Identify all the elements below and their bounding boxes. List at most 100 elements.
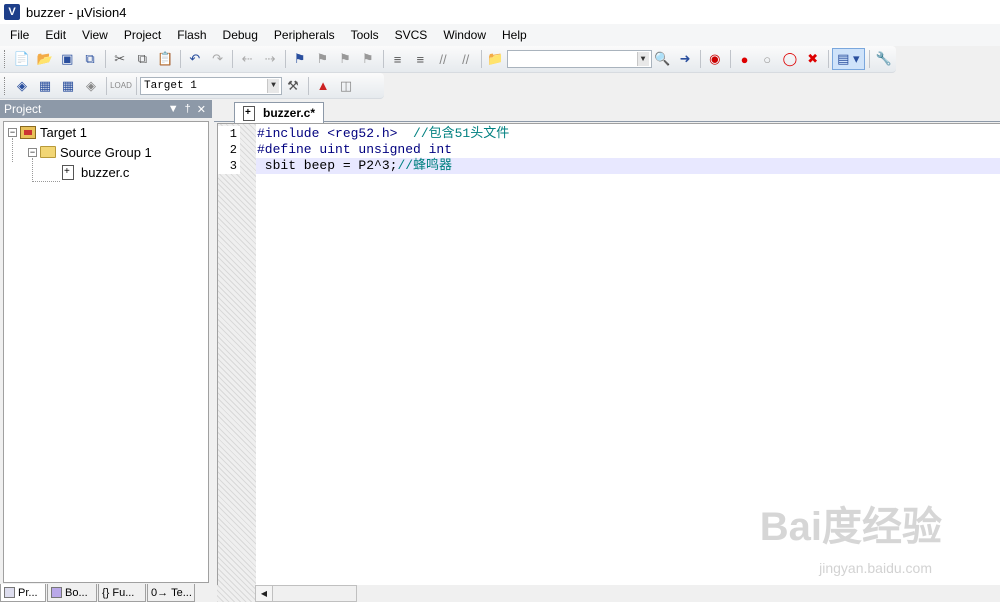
select-packs-icon[interactable]: ◫ xyxy=(335,75,357,97)
menu-edit[interactable]: Edit xyxy=(37,26,74,44)
toolbar-grip[interactable] xyxy=(4,76,7,95)
code-line[interactable]: #include <reg52.h> //包含51头文件 xyxy=(256,126,1000,142)
find-combo[interactable]: ▼ xyxy=(507,50,652,68)
new-file-icon[interactable]: 📄 xyxy=(11,48,33,70)
save-icon[interactable]: ▣ xyxy=(56,48,78,70)
configure-icon[interactable]: 🔧 xyxy=(873,48,895,70)
back-icon[interactable]: ⇠ xyxy=(236,48,258,70)
paste-icon[interactable]: 📋 xyxy=(154,48,176,70)
tab-books[interactable]: Bo... xyxy=(47,584,97,602)
line-numbers: 1 2 3 xyxy=(218,126,240,174)
pin-icon[interactable]: † xyxy=(185,103,191,116)
toolbar-separator xyxy=(480,50,482,68)
menu-tools[interactable]: Tools xyxy=(343,26,387,44)
clear-bookmarks-icon[interactable]: ⚑ xyxy=(357,48,379,70)
baidu-watermark-url: jingyan.baidu.com xyxy=(819,560,932,576)
source-group-label: Source Group 1 xyxy=(60,144,152,160)
window-layout-icon[interactable]: ▤ ▾ xyxy=(831,48,866,70)
batch-build-icon[interactable]: ◈ xyxy=(80,75,102,97)
tree-item-target[interactable]: − Target 1 xyxy=(8,122,87,142)
code-line-current[interactable]: sbit beep = P2^3;//蜂鸣器 xyxy=(256,158,1000,174)
code-lines[interactable]: #include <reg52.h> //包含51头文件 #define uin… xyxy=(256,126,1000,174)
menu-bar: File Edit View Project Flash Debug Perip… xyxy=(0,24,1000,46)
download-icon[interactable]: LOAD xyxy=(110,75,132,97)
tree-item-source-group[interactable]: − Source Group 1 xyxy=(28,142,152,162)
horizontal-scrollbar[interactable]: ◀ xyxy=(217,585,1000,602)
collapse-icon[interactable]: − xyxy=(28,147,37,157)
c-file-icon xyxy=(62,164,74,180)
uncomment-icon[interactable]: // xyxy=(455,48,477,70)
prev-bookmark-icon[interactable]: ⚑ xyxy=(312,48,334,70)
target-options-icon[interactable]: ⚒ xyxy=(282,75,304,97)
menu-debug[interactable]: Debug xyxy=(215,26,266,44)
project-tree: − Target 1 − Source Group 1 buzzer.c xyxy=(3,121,209,583)
target-label: Target 1 xyxy=(40,124,87,140)
code-line[interactable]: #define uint unsigned int xyxy=(256,142,1000,158)
debug-icon[interactable]: ◉ xyxy=(704,48,726,70)
menu-file[interactable]: File xyxy=(2,26,37,44)
comment-icon[interactable]: // xyxy=(432,48,454,70)
line-number: 2 xyxy=(229,143,237,157)
menu-window[interactable]: Window xyxy=(435,26,494,44)
folder-icon xyxy=(40,146,56,158)
project-panel-title: Project xyxy=(4,102,42,116)
tab-functions[interactable]: {} Fu... xyxy=(98,584,146,602)
toolbar-separator xyxy=(104,50,106,68)
toolbar-separator xyxy=(308,76,309,95)
toolbar-separator xyxy=(106,76,107,95)
indent-icon[interactable]: ≡ xyxy=(387,48,409,70)
project-bottom-tabs: Pr... Bo... {} Fu... 0→ Te... xyxy=(0,584,212,602)
line-number: 1 xyxy=(229,127,237,141)
chevron-down-icon[interactable]: ▼ xyxy=(636,52,649,66)
toolbar-separator xyxy=(179,50,181,68)
redo-icon[interactable]: ↷ xyxy=(207,48,229,70)
build-toolbar: ◈ ▦ ▦ ◈ LOAD Target 1 ▼ ⚒ ▲ ◫ xyxy=(0,73,384,99)
disable-breakpoint-icon[interactable]: ○ xyxy=(756,48,778,70)
target-icon xyxy=(20,125,36,139)
build-icon[interactable]: ▦ xyxy=(34,75,56,97)
toolbar-separator xyxy=(284,50,286,68)
toolbar-grip[interactable] xyxy=(4,50,7,68)
forward-icon[interactable]: ⇢ xyxy=(259,48,281,70)
scroll-track[interactable] xyxy=(273,585,357,602)
cut-icon[interactable]: ✂ xyxy=(109,48,131,70)
menu-peripherals[interactable]: Peripherals xyxy=(266,26,343,44)
incremental-find-icon[interactable]: ➜ xyxy=(674,48,696,70)
find-icon[interactable]: 🔍 xyxy=(652,48,674,70)
breakpoint-icon[interactable]: ● xyxy=(734,48,756,70)
collapse-icon[interactable]: − xyxy=(8,127,17,137)
tab-templates[interactable]: 0→ Te... xyxy=(147,584,195,602)
chevron-down-icon[interactable]: ▼ xyxy=(267,78,279,93)
translate-icon[interactable]: ◈ xyxy=(11,75,33,97)
menu-help[interactable]: Help xyxy=(494,26,535,44)
open-icon[interactable]: 📂 xyxy=(34,48,56,70)
tab-project[interactable]: Pr... xyxy=(0,584,46,602)
copy-icon[interactable]: ⧉ xyxy=(132,48,154,70)
kill-breakpoints-icon[interactable]: ✖ xyxy=(802,48,824,70)
bookmark-icon[interactable]: ⚑ xyxy=(289,48,311,70)
line-number: 3 xyxy=(229,159,237,173)
rebuild-icon[interactable]: ▦ xyxy=(57,75,79,97)
c-file-icon xyxy=(243,105,255,121)
disable-all-breakpoints-icon[interactable]: ◯ xyxy=(779,48,801,70)
menu-flash[interactable]: Flash xyxy=(169,26,214,44)
books-icon xyxy=(51,587,62,598)
manage-components-icon[interactable]: ▲ xyxy=(312,75,334,97)
tree-item-file[interactable]: buzzer.c xyxy=(62,162,132,182)
toolbar-separator xyxy=(729,50,731,68)
next-bookmark-icon[interactable]: ⚑ xyxy=(334,48,356,70)
save-all-icon[interactable]: ⧉ xyxy=(79,48,101,70)
menu-project[interactable]: Project xyxy=(116,26,169,44)
undo-icon[interactable]: ↶ xyxy=(184,48,206,70)
editor-gutter[interactable] xyxy=(218,124,256,586)
toolbar-separator xyxy=(827,50,829,68)
panel-menu-icon[interactable]: ▼ xyxy=(168,103,179,116)
menu-view[interactable]: View xyxy=(74,26,116,44)
tab-buzzer-c[interactable]: buzzer.c* xyxy=(234,102,324,123)
scroll-left-icon[interactable]: ◀ xyxy=(255,585,273,602)
close-icon[interactable]: ✕ xyxy=(197,103,206,116)
menu-svcs[interactable]: SVCS xyxy=(387,26,436,44)
unindent-icon[interactable]: ≡ xyxy=(409,48,431,70)
find-in-files-icon[interactable]: 📁 xyxy=(485,48,507,70)
target-select[interactable]: Target 1 ▼ xyxy=(140,76,282,95)
